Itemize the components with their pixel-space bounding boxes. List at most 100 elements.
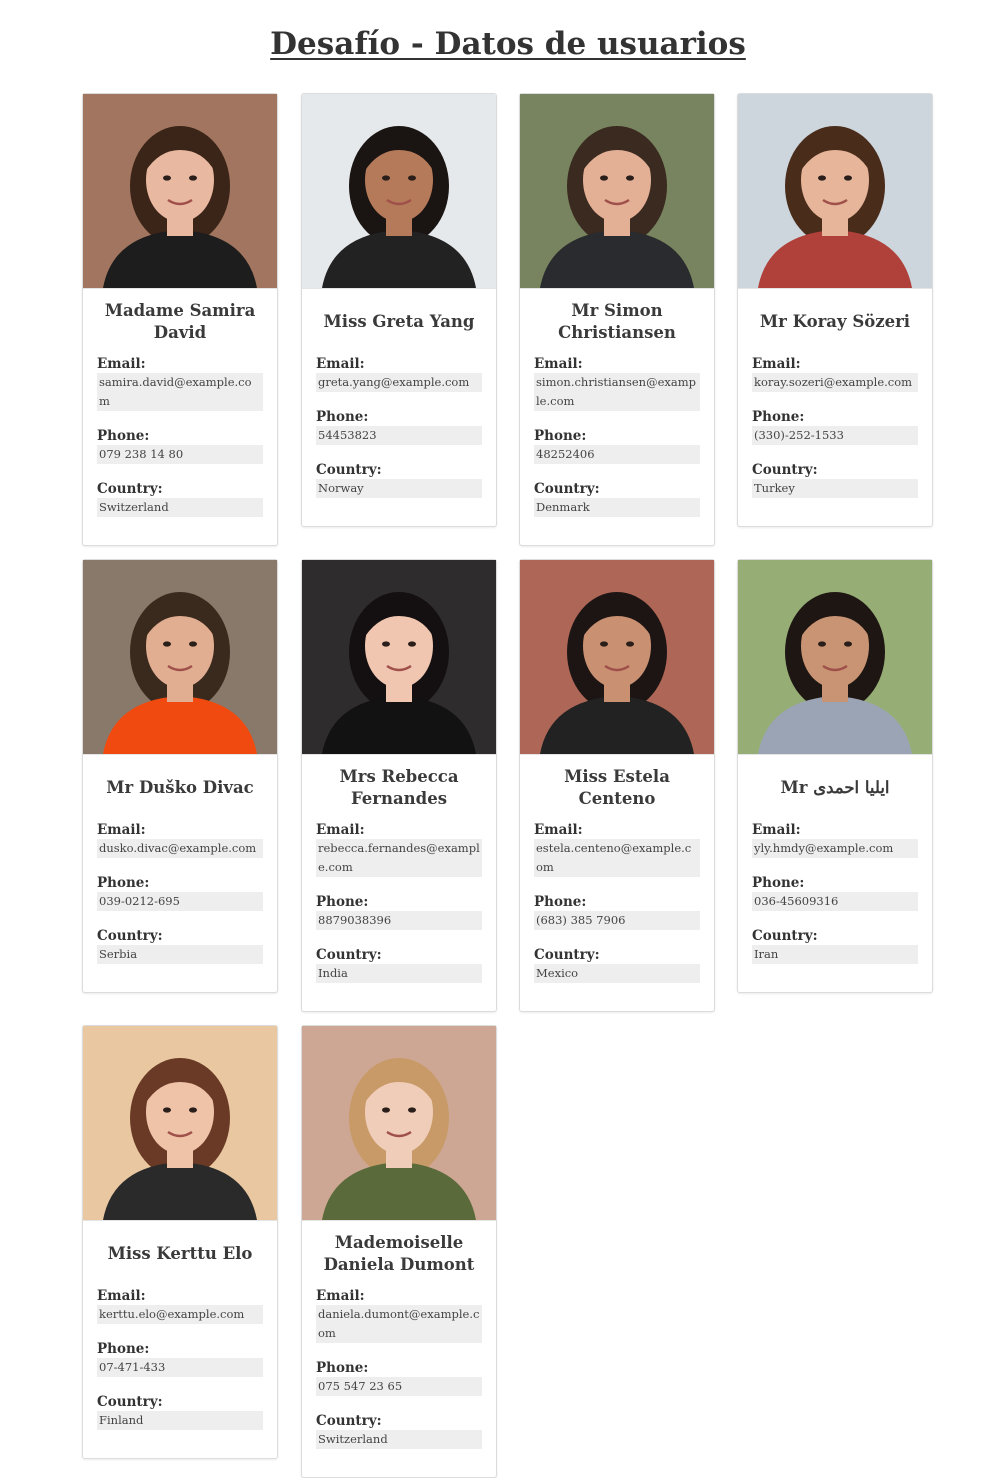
user-card-6: Mrs Rebecca Fernandes Email: rebecca.fer… — [301, 559, 497, 1012]
email-field: Email: koray.sozeri@example.com — [752, 355, 918, 392]
country-label: Country: — [97, 481, 163, 497]
phone-label: Phone: — [97, 428, 150, 444]
country-value: Serbia — [97, 945, 263, 964]
user-photo — [738, 560, 932, 755]
country-field: Country: Switzerland — [97, 480, 263, 517]
country-label: Country: — [752, 928, 818, 944]
user-photo — [520, 560, 714, 755]
user-name: Miss Estela Centeno — [564, 767, 670, 808]
country-label: Country: — [316, 462, 382, 478]
email-label: Email: — [316, 356, 365, 372]
phone-label: Phone: — [97, 875, 150, 891]
email-field: Email: samira.david@example.com — [97, 355, 263, 411]
phone-label: Phone: — [752, 409, 805, 425]
user-photo — [738, 94, 932, 289]
page-title: Desafío - Datos de usuarios — [270, 26, 746, 62]
user-card-3: Mr Simon Christiansen Email: simon.chris… — [519, 93, 715, 546]
phone-label: Phone: — [534, 894, 587, 910]
email-label: Email: — [97, 1288, 146, 1304]
user-photo — [83, 94, 277, 289]
phone-value: 036-45609316 — [752, 892, 918, 911]
email-field: Email: kerttu.elo@example.com — [97, 1287, 263, 1324]
country-value: Iran — [752, 945, 918, 964]
phone-value: (330)-252-1533 — [752, 426, 918, 445]
email-label: Email: — [534, 822, 583, 838]
email-label: Email: — [752, 822, 801, 838]
email-value: koray.sozeri@example.com — [752, 373, 918, 392]
phone-value: 8879038396 — [316, 911, 482, 930]
country-value: Finland — [97, 1411, 263, 1430]
country-label: Country: — [316, 1413, 382, 1429]
email-field: Email: rebecca.fernandes@example.com — [316, 821, 482, 877]
phone-label: Phone: — [752, 875, 805, 891]
phone-value: 07-471-433 — [97, 1358, 263, 1377]
phone-label: Phone: — [316, 894, 369, 910]
email-field: Email: estela.centeno@example.com — [534, 821, 700, 877]
phone-field: Phone: 039-0212-695 — [97, 874, 263, 911]
email-label: Email: — [534, 356, 583, 372]
country-value: India — [316, 964, 482, 983]
email-value: estela.centeno@example.com — [534, 839, 700, 877]
user-photo — [520, 94, 714, 289]
country-label: Country: — [316, 947, 382, 963]
email-value: daniela.dumont@example.com — [316, 1305, 482, 1343]
phone-field: Phone: 8879038396 — [316, 893, 482, 930]
country-value: Mexico — [534, 964, 700, 983]
user-card-9: Miss Kerttu Elo Email: kerttu.elo@exampl… — [82, 1025, 278, 1459]
user-name: Miss Kerttu Elo — [107, 1244, 253, 1263]
user-name: Mr ایلیا احمدی — [780, 778, 890, 797]
phone-field: Phone: 075 547 23 65 — [316, 1359, 482, 1396]
country-field: Country: Switzerland — [316, 1412, 482, 1449]
email-label: Email: — [316, 822, 365, 838]
phone-label: Phone: — [97, 1341, 150, 1357]
user-card-2: Miss Greta Yang Email: greta.yang@exampl… — [301, 93, 497, 527]
user-card-8: Mr ایلیا احمدی Email: yly.hmdy@example.c… — [737, 559, 933, 993]
phone-value: 075 547 23 65 — [316, 1377, 482, 1396]
country-field: Country: Serbia — [97, 927, 263, 964]
phone-field: Phone: 036-45609316 — [752, 874, 918, 911]
phone-label: Phone: — [316, 1360, 369, 1376]
phone-value: 079 238 14 80 — [97, 445, 263, 464]
country-value: Switzerland — [316, 1430, 482, 1449]
country-field: Country: India — [316, 946, 482, 983]
email-value: samira.david@example.com — [97, 373, 263, 411]
user-name: Miss Greta Yang — [323, 312, 475, 331]
country-field: Country: Turkey — [752, 461, 918, 498]
user-photo — [302, 560, 496, 755]
user-card-1: Madame Samira David Email: samira.david@… — [82, 93, 278, 546]
country-field: Country: Finland — [97, 1393, 263, 1430]
country-label: Country: — [534, 481, 600, 497]
user-photo — [83, 560, 277, 755]
phone-value: (683) 385 7906 — [534, 911, 700, 930]
user-photo — [302, 94, 496, 289]
user-name: Mr Simon Christiansen — [558, 301, 676, 342]
user-name: Mr Duško Divac — [106, 778, 254, 797]
phone-field: Phone: 54453823 — [316, 408, 482, 445]
country-value: Denmark — [534, 498, 700, 517]
email-value: dusko.divac@example.com — [97, 839, 263, 858]
phone-value: 48252406 — [534, 445, 700, 464]
user-name: Mr Koray Sözeri — [759, 312, 911, 331]
email-field: Email: daniela.dumont@example.com — [316, 1287, 482, 1343]
phone-field: Phone: 079 238 14 80 — [97, 427, 263, 464]
phone-field: Phone: 48252406 — [534, 427, 700, 464]
phone-label: Phone: — [534, 428, 587, 444]
user-card-5: Mr Duško Divac Email: dusko.divac@exampl… — [82, 559, 278, 993]
country-field: Country: Norway — [316, 461, 482, 498]
phone-field: Phone: 07-471-433 — [97, 1340, 263, 1377]
phone-value: 54453823 — [316, 426, 482, 445]
email-field: Email: greta.yang@example.com — [316, 355, 482, 392]
country-value: Norway — [316, 479, 482, 498]
user-photo — [83, 1026, 277, 1221]
user-name: Mademoiselle Daniela Dumont — [323, 1233, 475, 1274]
phone-field: Phone: (683) 385 7906 — [534, 893, 700, 930]
country-field: Country: Mexico — [534, 946, 700, 983]
country-value: Switzerland — [97, 498, 263, 517]
email-value: greta.yang@example.com — [316, 373, 482, 392]
email-label: Email: — [97, 356, 146, 372]
user-photo — [302, 1026, 496, 1221]
country-label: Country: — [97, 1394, 163, 1410]
country-field: Country: Denmark — [534, 480, 700, 517]
country-label: Country: — [752, 462, 818, 478]
email-label: Email: — [97, 822, 146, 838]
